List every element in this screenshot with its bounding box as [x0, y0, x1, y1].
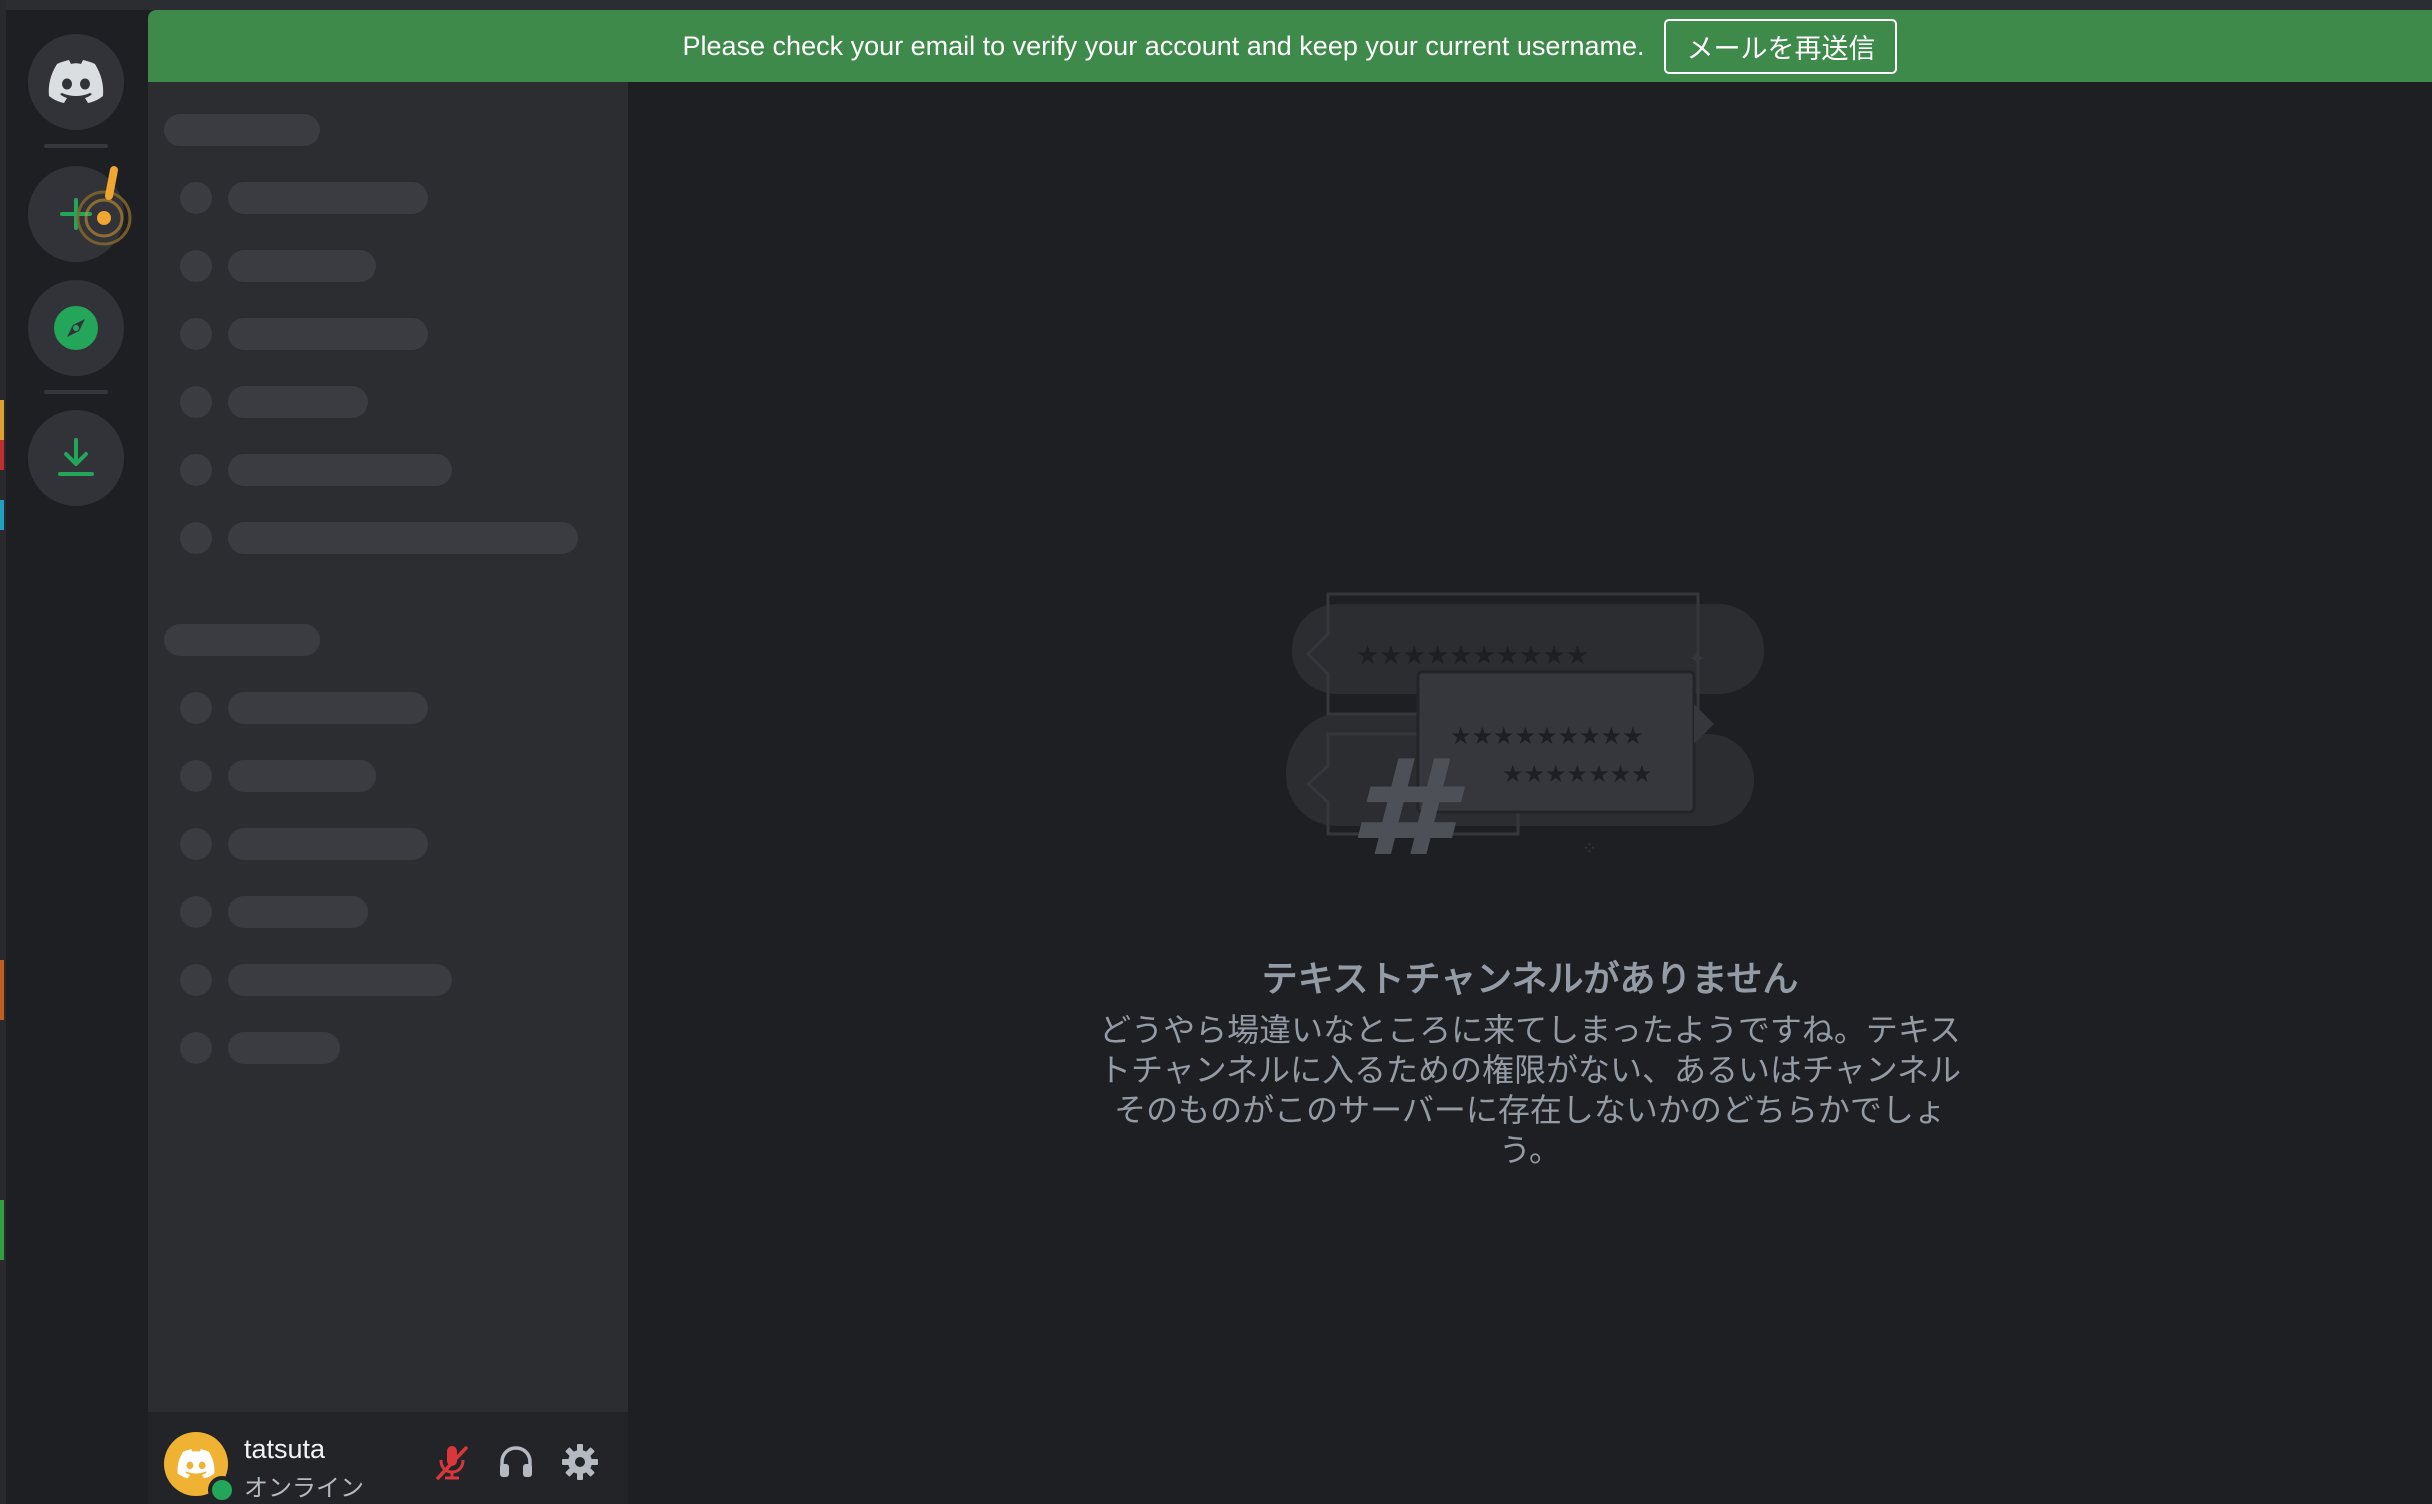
skeleton-channel-name: [228, 522, 578, 554]
verify-email-banner: Please check your email to verify your a…: [148, 10, 2432, 82]
skeleton-channel-icon: [180, 692, 212, 724]
skeleton-channel-name: [228, 250, 376, 282]
skeleton-channel-icon: [180, 964, 212, 996]
compass-icon: [54, 306, 98, 350]
main-content: ★★★★★★★★★★ ★★★★★★★★★ ★★★★★★★ ✦ ⁘ # テキストチ…: [628, 82, 2432, 1504]
channel-sidebar-skeleton: [148, 82, 628, 1412]
skeleton-channel-name: [228, 386, 368, 418]
skeleton-channel-name: [228, 964, 452, 996]
skeleton-channel-icon: [180, 250, 212, 282]
deafen-button[interactable]: [494, 1440, 538, 1484]
skeleton-channel-icon: [180, 828, 212, 860]
rail-separator: [44, 390, 108, 394]
desktop-edge-mark: [0, 440, 4, 470]
banner-message: Please check your email to verify your a…: [682, 30, 1645, 61]
skeleton-channel-name: [228, 1032, 340, 1064]
user-panel: tatsuta オンライン: [148, 1412, 628, 1504]
home-button[interactable]: [28, 34, 124, 130]
svg-text:★★★★★★★★★★: ★★★★★★★★★★: [1356, 641, 1589, 671]
desktop-edge-mark: [0, 1200, 4, 1260]
skeleton-channel-icon: [180, 454, 212, 486]
gear-icon: [562, 1444, 598, 1480]
skeleton-channel-icon: [180, 1032, 212, 1064]
user-settings-button[interactable]: [558, 1440, 602, 1484]
server-rail: [6, 10, 148, 1504]
download-icon: [58, 438, 94, 476]
download-button[interactable]: [28, 410, 124, 506]
desktop-edge-mark: [0, 960, 4, 1020]
skeleton-channel-name: [228, 692, 428, 724]
desktop-edge-mark: [0, 500, 4, 530]
window-top-edge: [0, 0, 2432, 10]
no-text-channels-illustration: ★★★★★★★★★★ ★★★★★★★★★ ★★★★★★★ ✦ ⁘ #: [1286, 592, 1764, 854]
explore-button[interactable]: [28, 280, 124, 376]
add-server-button[interactable]: [28, 166, 132, 262]
svg-text:#: #: [1348, 728, 1465, 854]
svg-text:★★★★★★★: ★★★★★★★: [1502, 760, 1653, 788]
skeleton-channel-icon: [180, 182, 212, 214]
plus-icon: [60, 166, 132, 246]
discord-logo-icon: [177, 1449, 215, 1479]
skeleton-channel-icon: [180, 896, 212, 928]
skeleton-category: [164, 624, 320, 656]
skeleton-channel-icon: [180, 760, 212, 792]
microphone-muted-icon: [436, 1446, 468, 1480]
headphones-icon: [500, 1446, 532, 1477]
skeleton-channel-name: [228, 454, 452, 486]
svg-text:★★★★★★★★★: ★★★★★★★★★: [1450, 722, 1644, 750]
mute-microphone-button[interactable]: [430, 1440, 474, 1484]
skeleton-channel-name: [228, 182, 428, 214]
desktop-edge-mark: [0, 400, 4, 440]
resend-email-button[interactable]: メールを再送信: [1664, 18, 1898, 74]
rail-separator: [44, 144, 108, 148]
empty-state-description: どうやら場違いなところに来てしまったようですね。テキストチャンネルに入るための権…: [1098, 1012, 1962, 1168]
skeleton-channel-name: [228, 760, 376, 792]
discord-logo-icon: [48, 60, 104, 103]
skeleton-channel-name: [228, 896, 368, 928]
svg-text:✦: ✦: [1688, 647, 1706, 672]
user-status: オンライン: [244, 1475, 364, 1502]
skeleton-category: [164, 114, 320, 146]
username: tatsuta: [244, 1434, 326, 1464]
skeleton-channel-icon: [180, 386, 212, 418]
skeleton-channel-name: [228, 828, 428, 860]
online-status-dot: [208, 1476, 236, 1504]
empty-state-title: テキストチャンネルがありません: [1261, 958, 1799, 999]
skeleton-channel-icon: [180, 522, 212, 554]
svg-text:⁘: ⁘: [1582, 838, 1597, 854]
skeleton-channel-name: [228, 318, 428, 350]
skeleton-channel-icon: [180, 318, 212, 350]
